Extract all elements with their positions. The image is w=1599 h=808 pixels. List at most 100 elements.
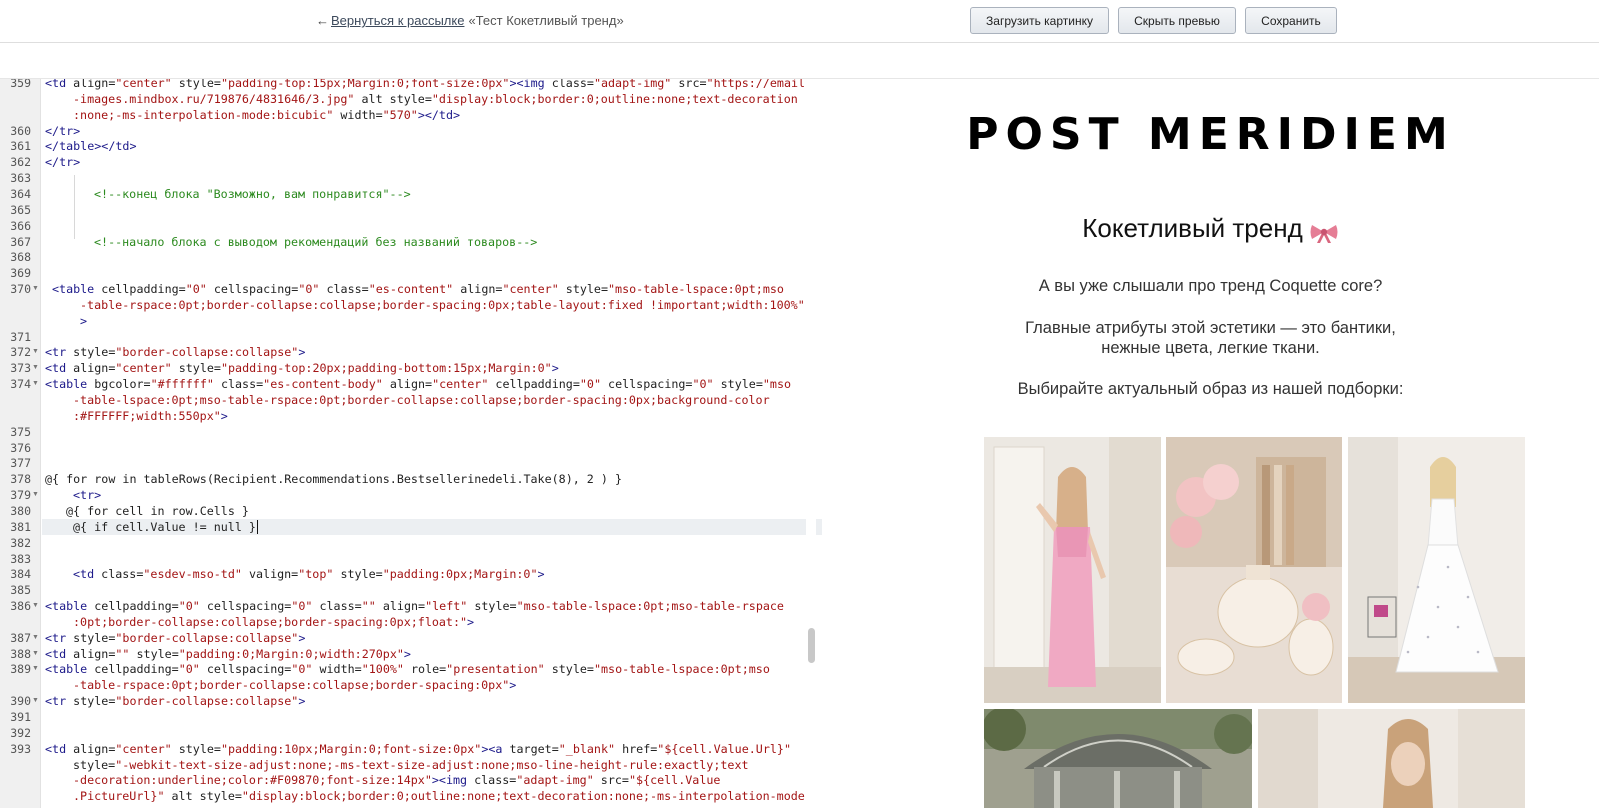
code-line[interactable]: :none;-ms-interpolation-mode:bicubic" wi… bbox=[0, 107, 822, 123]
code-line-content[interactable]: </tr> bbox=[42, 154, 822, 170]
code-line[interactable]: 375 bbox=[0, 424, 822, 440]
code-line-content[interactable]: > bbox=[42, 313, 822, 329]
fold-toggle-icon[interactable]: ▼ bbox=[32, 360, 39, 376]
code-text[interactable]: -decoration:underline;color:#F09870;font… bbox=[73, 772, 720, 788]
code-line-content[interactable]: <tr style="border-collapse:collapse"> bbox=[42, 693, 822, 709]
code-line[interactable]: 374 ▼ <table bgcolor="#ffffff" class="es-c… bbox=[0, 376, 822, 392]
code-line[interactable]: 376 bbox=[0, 440, 822, 456]
code-editor[interactable]: 359 <td align="center" style="padding-top… bbox=[0, 79, 822, 808]
code-line[interactable]: 385 bbox=[0, 582, 822, 598]
editor-scrollbar-track[interactable] bbox=[806, 79, 816, 808]
code-line[interactable]: -images.mindbox.ru/719876/4831646/3.jpg"… bbox=[0, 91, 822, 107]
code-line[interactable]: -decoration:underline;color:#F09870;font… bbox=[0, 772, 822, 788]
code-line[interactable]: 360 </tr> bbox=[0, 123, 822, 139]
code-line[interactable]: 391 bbox=[0, 709, 822, 725]
code-line[interactable]: 380 @{ for cell in row.Cells } bbox=[0, 503, 822, 519]
photo-tea-set[interactable] bbox=[1166, 437, 1342, 703]
code-line-content[interactable] bbox=[42, 725, 822, 741]
code-line[interactable]: .PictureUrl}" alt style="display:block;b… bbox=[0, 788, 822, 804]
code-line-content[interactable]: @{ for row in tableRows(Recipient.Recomm… bbox=[42, 471, 822, 487]
photo-pink-dress[interactable] bbox=[984, 437, 1161, 703]
code-line-content[interactable]: </tr> bbox=[42, 123, 822, 139]
code-text[interactable]: <td align="center" style="padding:10px;M… bbox=[45, 741, 791, 757]
code-line-content[interactable]: @{ if cell.Value != null } bbox=[42, 518, 822, 535]
code-text[interactable]: <table cellpadding="0" cellspacing="0" c… bbox=[45, 598, 784, 614]
code-line[interactable]: 378 @{ for row in tableRows(Recipient.Rec… bbox=[0, 471, 822, 487]
code-line[interactable]: 367 <!--начало блока с выводом рекомендац… bbox=[0, 234, 822, 250]
code-text[interactable]: :#FFFFFF;width:550px"> bbox=[73, 408, 228, 424]
code-text[interactable]: </tr> bbox=[45, 123, 80, 139]
fold-toggle-icon[interactable]: ▼ bbox=[32, 598, 39, 614]
code-text[interactable]: .PictureUrl}" alt style="display:block;b… bbox=[73, 788, 805, 804]
code-line[interactable]: 370 ▼ <table cellpadding="0" cellspacing="… bbox=[0, 281, 822, 297]
code-line-content[interactable]: <tr> bbox=[42, 487, 822, 503]
code-line[interactable]: 366 bbox=[0, 218, 822, 234]
code-line-content[interactable]: <table cellpadding="0" cellspacing="0" c… bbox=[42, 598, 822, 614]
code-text[interactable]: </table></td> bbox=[45, 138, 136, 154]
fold-toggle-icon[interactable]: ▼ bbox=[32, 281, 39, 297]
code-line-content[interactable]: <td align="center" style="padding:10px;M… bbox=[42, 741, 822, 757]
code-line[interactable]: 382 bbox=[0, 535, 822, 551]
code-text[interactable]: -table-rspace:0pt;border-collapse:collap… bbox=[73, 677, 516, 693]
code-line[interactable]: 371 bbox=[0, 329, 822, 345]
fold-toggle-icon[interactable]: ▼ bbox=[32, 376, 39, 392]
fold-toggle-icon[interactable]: ▼ bbox=[32, 630, 39, 646]
code-line[interactable]: -table-lspace:0pt;mso-table-rspace:0pt;b… bbox=[0, 392, 822, 408]
code-text[interactable]: -images.mindbox.ru/719876/4831646/3.jpg"… bbox=[73, 91, 798, 107]
code-line[interactable]: 365 bbox=[0, 202, 822, 218]
code-line[interactable]: -table-rspace:0pt;border-collapse:collap… bbox=[0, 677, 822, 693]
code-text[interactable]: <tr> bbox=[73, 487, 101, 503]
code-line-content[interactable] bbox=[42, 202, 822, 218]
code-line-content[interactable]: -table-rspace:0pt;border-collapse:collap… bbox=[42, 297, 822, 313]
fold-toggle-icon[interactable]: ▼ bbox=[32, 646, 39, 662]
code-line-content[interactable]: <table cellpadding="0" cellspacing="0" w… bbox=[42, 661, 822, 677]
code-line[interactable]: 389 ▼ <table cellpadding="0" cellspacing="… bbox=[0, 661, 822, 677]
code-line[interactable]: -table-rspace:0pt;border-collapse:collap… bbox=[0, 297, 822, 313]
fold-toggle-icon[interactable]: ▼ bbox=[32, 661, 39, 677]
code-line-content[interactable]: <tr style="border-collapse:collapse"> bbox=[42, 344, 822, 360]
code-text[interactable]: @{ for cell in row.Cells } bbox=[66, 503, 249, 519]
code-line[interactable]: 383 bbox=[0, 551, 822, 567]
code-line[interactable]: 362 </tr> bbox=[0, 154, 822, 170]
code-line-content[interactable] bbox=[42, 218, 822, 234]
code-line-content[interactable]: <td align="center" style="padding-top:15… bbox=[42, 79, 822, 91]
code-line-content[interactable] bbox=[42, 535, 822, 551]
code-text[interactable]: <tr style="border-collapse:collapse"> bbox=[45, 693, 305, 709]
hide-preview-button[interactable]: Скрыть превью bbox=[1118, 7, 1236, 34]
code-text[interactable]: </tr> bbox=[45, 154, 80, 170]
code-line[interactable]: 373 ▼ <td align="center" style="padding-to… bbox=[0, 360, 822, 376]
code-line-content[interactable] bbox=[42, 582, 822, 598]
code-text[interactable]: <!--начало блока с выводом рекомендаций … bbox=[94, 234, 537, 250]
code-line[interactable]: 359 <td align="center" style="padding-top… bbox=[0, 79, 822, 91]
code-text[interactable]: > bbox=[80, 313, 87, 329]
code-text[interactable]: <td align="" style="padding:0;Margin:0;w… bbox=[45, 646, 411, 662]
code-line-content[interactable] bbox=[42, 265, 822, 281]
code-line[interactable]: 387 ▼ <tr style="border-collapse:collapse"… bbox=[0, 630, 822, 646]
code-text[interactable]: <table cellpadding="0" cellspacing="0" c… bbox=[52, 281, 784, 297]
code-line-content[interactable] bbox=[42, 170, 822, 186]
editor-scrollbar-thumb[interactable] bbox=[808, 628, 815, 663]
code-line[interactable]: 381 @{ if cell.Value != null } bbox=[0, 518, 822, 535]
code-text[interactable]: :0pt;border-collapse:collapse;border-spa… bbox=[73, 614, 474, 630]
code-line-content[interactable]: :0pt;border-collapse:collapse;border-spa… bbox=[42, 614, 822, 630]
code-line-content[interactable] bbox=[42, 455, 822, 471]
code-text[interactable]: <td align="center" style="padding-top:20… bbox=[45, 360, 559, 376]
code-line-content[interactable]: </table></td> bbox=[42, 138, 822, 154]
code-line[interactable]: 386 ▼ <table cellpadding="0" cellspacing="… bbox=[0, 598, 822, 614]
upload-image-button[interactable]: Загрузить картинку bbox=[970, 7, 1109, 34]
code-line[interactable]: 369 bbox=[0, 265, 822, 281]
fold-toggle-icon[interactable]: ▼ bbox=[32, 344, 39, 360]
code-line-content[interactable] bbox=[42, 440, 822, 456]
code-text[interactable]: <table bgcolor="#ffffff" class="es-conte… bbox=[45, 376, 791, 392]
code-line[interactable]: style="-webkit-text-size-adjust:none;-ms… bbox=[0, 757, 822, 773]
code-line-content[interactable] bbox=[42, 424, 822, 440]
code-line-content[interactable]: @{ for cell in row.Cells } bbox=[42, 503, 822, 519]
code-line[interactable]: :#FFFFFF;width:550px"> bbox=[0, 408, 822, 424]
code-line[interactable]: 377 bbox=[0, 455, 822, 471]
code-text[interactable]: -table-rspace:0pt;border-collapse:collap… bbox=[80, 297, 805, 313]
code-line-content[interactable] bbox=[42, 249, 822, 265]
code-line[interactable]: 364 <!--конец блока "Возможно, вам понрав… bbox=[0, 186, 822, 202]
code-line-content[interactable] bbox=[42, 329, 822, 345]
photo-gazebo[interactable] bbox=[984, 709, 1252, 808]
back-to-mailing-link[interactable]: Вернуться к рассылке bbox=[331, 13, 464, 28]
